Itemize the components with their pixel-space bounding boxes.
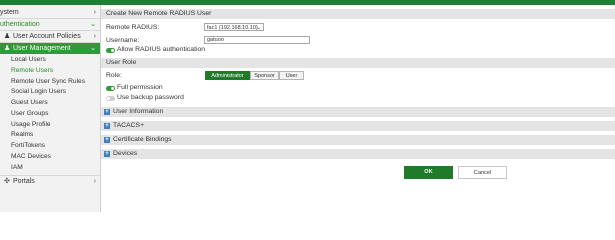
full-permission-toggle[interactable] bbox=[106, 86, 115, 91]
sidebar-item-system[interactable]: ystem › bbox=[0, 7, 100, 19]
full-permission-label: Full permission bbox=[117, 84, 163, 91]
sidebar-subitem-realms[interactable]: Realms bbox=[11, 130, 33, 141]
username-label: Username: bbox=[106, 37, 140, 44]
sidebar-item-label: User Management bbox=[13, 45, 71, 52]
allow-radius-toggle[interactable] bbox=[106, 48, 115, 53]
sidebar-item-label: uthentication bbox=[0, 21, 40, 28]
sidebar-item-label: ystem bbox=[0, 9, 19, 16]
remote-radius-select[interactable]: fac1 (192.168.10.10) ⌄ bbox=[204, 23, 264, 31]
sidebar-item-portals[interactable]: ✣ Portals › bbox=[0, 175, 100, 187]
remote-radius-value: fac1 (192.168.10.10) bbox=[207, 25, 258, 31]
sidebar-item-user-management[interactable]: ♟ User Management ⌄ bbox=[0, 43, 100, 54]
cancel-button[interactable]: Cancel bbox=[458, 166, 507, 179]
section-title: User Information bbox=[113, 108, 164, 115]
sidebar-item-user-account-policies[interactable]: ♟ User Account Policies › bbox=[0, 31, 100, 43]
plus-icon: + bbox=[104, 123, 110, 129]
page-title: Create New Remote RADIUS User bbox=[106, 10, 212, 17]
sidebar-subitem-remote-users[interactable]: Remote Users bbox=[11, 66, 53, 77]
role-label: Role: bbox=[106, 72, 122, 79]
chevron-right-icon: › bbox=[93, 33, 96, 40]
chevron-down-icon: ⌄ bbox=[90, 45, 96, 52]
sidebar-subitem-mac-devices[interactable]: MAC Devices bbox=[11, 152, 51, 163]
sidebar-subitem-local-users[interactable]: Local Users bbox=[11, 55, 46, 66]
section-user-information[interactable]: + User Information bbox=[101, 106, 615, 117]
users-icon: ♟ bbox=[4, 45, 11, 52]
section-devices[interactable]: + Devices bbox=[101, 148, 615, 159]
allow-radius-label: Allow RADIUS authentication bbox=[117, 46, 206, 53]
user-icon: ♟ bbox=[4, 33, 11, 40]
plus-icon: + bbox=[104, 137, 110, 143]
plus-icon: + bbox=[104, 109, 110, 115]
sidebar-item-label: User Account Policies bbox=[13, 33, 81, 40]
section-title: TACACS+ bbox=[113, 122, 145, 129]
chevron-down-icon: ⌄ bbox=[90, 21, 96, 28]
sidebar-subitem-iam[interactable]: IAM bbox=[11, 163, 23, 174]
sidebar-subitem-user-groups[interactable]: User Groups bbox=[11, 109, 48, 120]
sidebar-subitem-usage-profile[interactable]: Usage Profile bbox=[11, 120, 51, 131]
role-sponsor-button[interactable]: Sponsor bbox=[250, 71, 279, 80]
user-role-title-bar: User Role bbox=[101, 58, 615, 68]
sidebar: ystem › uthentication ⌄ ♟ User Account P… bbox=[0, 5, 101, 212]
portal-icon: ✣ bbox=[4, 178, 10, 185]
backup-password-label: Use backup password bbox=[117, 94, 184, 101]
backup-password-toggle[interactable] bbox=[106, 96, 115, 101]
remote-radius-label: Remote RADIUS: bbox=[106, 24, 160, 31]
sidebar-item-label: Portals bbox=[13, 178, 35, 185]
section-title: Certificate Bindings bbox=[113, 136, 172, 143]
section-certificate-bindings[interactable]: + Certificate Bindings bbox=[101, 134, 615, 145]
sidebar-item-authentication[interactable]: uthentication ⌄ bbox=[0, 19, 100, 31]
sidebar-subitem-guest-users[interactable]: Guest Users bbox=[11, 98, 48, 109]
role-user-button[interactable]: User bbox=[279, 71, 304, 80]
section-title: User Role bbox=[106, 59, 137, 66]
section-title: Devices bbox=[113, 150, 138, 157]
chevron-right-icon: › bbox=[93, 178, 96, 185]
ok-button[interactable]: OK bbox=[404, 166, 453, 179]
section-tacacs[interactable]: + TACACS+ bbox=[101, 120, 615, 131]
plus-icon: + bbox=[104, 151, 110, 157]
username-value: gatuoo bbox=[207, 37, 224, 43]
chevron-down-icon: ⌄ bbox=[256, 25, 261, 31]
username-input[interactable]: gatuoo bbox=[204, 36, 310, 44]
role-administrator-button[interactable]: Administrator bbox=[205, 71, 250, 80]
sidebar-subitem-remote-user-sync-rules[interactable]: Remote User Sync Rules bbox=[11, 77, 85, 88]
sidebar-subitem-fortitokens[interactable]: FortiTokens bbox=[11, 141, 45, 152]
form-title-bar: Create New Remote RADIUS User bbox=[101, 9, 615, 19]
sidebar-subitem-social-login-users[interactable]: Social Login Users bbox=[11, 87, 66, 98]
chevron-right-icon: › bbox=[93, 9, 96, 16]
